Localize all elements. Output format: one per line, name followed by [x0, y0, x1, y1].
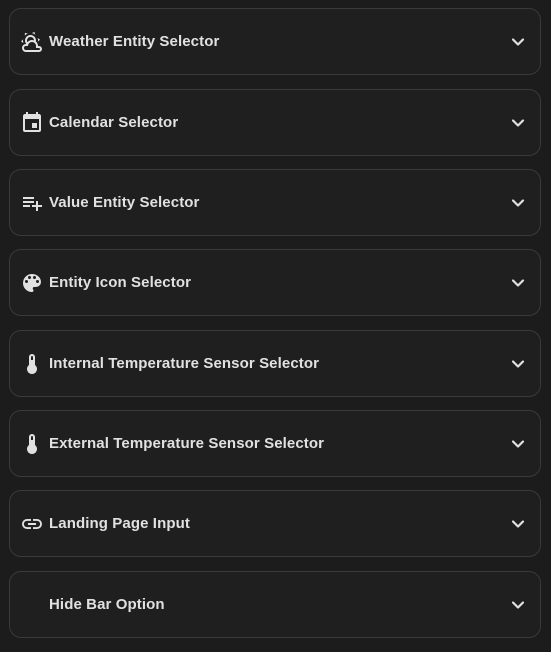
thermometer-icon: [20, 432, 44, 456]
panel-label: Calendar Selector: [49, 114, 179, 131]
chevron-down-icon[interactable]: [508, 354, 528, 374]
chevron-down-icon[interactable]: [508, 193, 528, 213]
calendar-icon: [20, 111, 44, 135]
external-temperature-sensor-selector-panel[interactable]: External Temperature Sensor Selector: [9, 410, 541, 477]
value-entity-selector-panel[interactable]: Value Entity Selector: [9, 169, 541, 236]
chevron-down-icon[interactable]: [508, 113, 528, 133]
calendar-selector-panel[interactable]: Calendar Selector: [9, 89, 541, 156]
internal-temperature-sensor-selector-panel[interactable]: Internal Temperature Sensor Selector: [9, 330, 541, 397]
panel-label: Hide Bar Option: [49, 596, 165, 613]
weather-partly-cloudy-icon: [20, 30, 44, 54]
panel-label: External Temperature Sensor Selector: [49, 435, 325, 452]
chevron-down-icon[interactable]: [508, 32, 528, 52]
entity-icon-selector-panel[interactable]: Entity Icon Selector: [9, 249, 541, 316]
chevron-down-icon[interactable]: [508, 273, 528, 293]
playlist-plus-icon: [20, 191, 44, 215]
panel-label: Landing Page Input: [49, 515, 190, 532]
chevron-down-icon[interactable]: [508, 434, 528, 454]
hide-bar-option-panel[interactable]: Hide Bar Option: [9, 571, 541, 638]
chevron-down-icon[interactable]: [508, 595, 528, 615]
settings-panel-list: Weather Entity Selector Calendar Selecto…: [0, 0, 551, 652]
panel-label: Value Entity Selector: [49, 194, 200, 211]
link-icon: [20, 512, 44, 536]
thermometer-icon: [20, 352, 44, 376]
panel-label: Entity Icon Selector: [49, 274, 192, 291]
chevron-down-icon[interactable]: [508, 514, 528, 534]
weather-entity-selector-panel[interactable]: Weather Entity Selector: [9, 8, 541, 75]
panel-label: Weather Entity Selector: [49, 33, 220, 50]
palette-icon: [20, 271, 44, 295]
panel-label: Internal Temperature Sensor Selector: [49, 355, 320, 372]
landing-page-input-panel[interactable]: Landing Page Input: [9, 490, 541, 557]
